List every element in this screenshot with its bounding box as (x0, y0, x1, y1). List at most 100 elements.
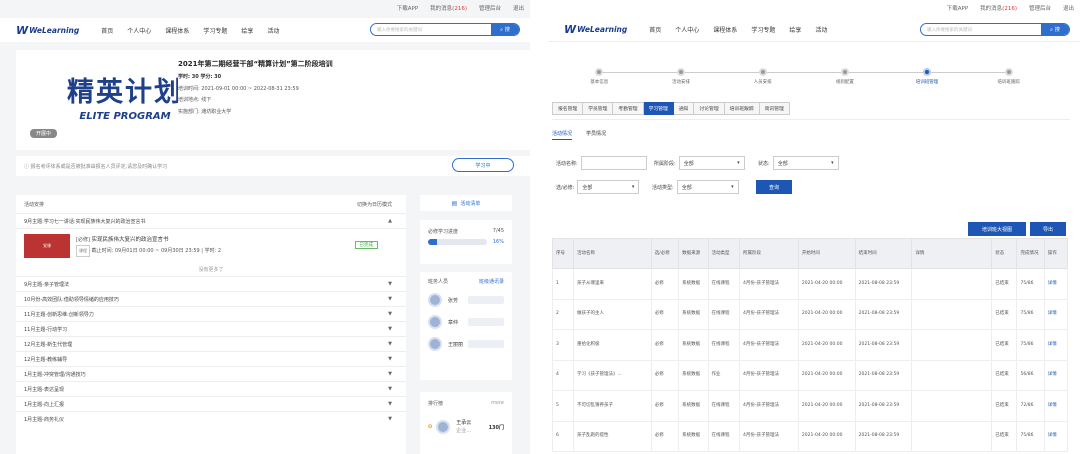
detail-link[interactable]: 详情 (1043, 420, 1069, 452)
detail-link[interactable]: 详情 (1043, 390, 1069, 422)
stage-select[interactable]: 全部 ▾ (678, 156, 745, 170)
table-cell: 4月份-孩子管理法 (739, 268, 799, 300)
nav-courses[interactable]: 课程体系 (713, 25, 737, 34)
catalog-row[interactable]: 1月主题-商务礼仪 ▼ (16, 411, 406, 426)
nav-activity[interactable]: 活动 (267, 26, 279, 35)
rank-more-link[interactable]: more (491, 400, 504, 407)
messages-link[interactable]: 我的消息(216) (980, 4, 1017, 12)
search-button[interactable]: ⌕ 搜 (1041, 24, 1069, 35)
tab-notice[interactable]: 通知 (673, 102, 695, 115)
step[interactable]: 规则配置 (815, 68, 875, 85)
tab-news[interactable]: 简讯管理 (759, 102, 790, 115)
staff-person[interactable]: 张芳 (428, 289, 504, 311)
nav-personal[interactable]: 个人中心 (675, 25, 699, 34)
nav-topics[interactable]: 学习专题 (751, 25, 775, 34)
rank-item[interactable]: ✪ 王承云 企业... 130门 (428, 419, 504, 435)
type-select[interactable]: 全部 ▾ (676, 180, 739, 194)
table-cell: 做孩子的主人 (573, 298, 652, 330)
staff-person[interactable]: 王丽丽 (428, 333, 504, 355)
staff-person[interactable]: 章仲 (428, 311, 504, 333)
nav-share[interactable]: 绘享 (789, 25, 801, 34)
chevron-down-icon: ▼ (388, 281, 392, 287)
catalog-row[interactable]: 10月份-高效团队:借助领导情绪的应用技巧 ▼ (16, 291, 406, 306)
catalog-row[interactable]: 9月主题-亲子管理法 ▼ (16, 276, 406, 291)
table-cell: 孩子乱跑的提性 (573, 420, 652, 452)
time-row: 培训时间: 2021-09-01 00:00 ~ 2022-08-31 23:5… (178, 84, 498, 96)
chevron-down-icon: ▼ (388, 416, 392, 422)
export-button[interactable]: 导出 (1030, 222, 1066, 236)
catalog-row[interactable]: 12月主题-新生代管理 ▼ (16, 336, 406, 351)
table-cell: 不可切乱猜养孩子 (573, 390, 652, 422)
catalog-row[interactable]: 1月主题-冲突管理/沟通技巧 ▼ (16, 366, 406, 381)
medal-icon: ✪ (428, 424, 433, 430)
detail-link[interactable]: 详情 (1043, 268, 1069, 300)
catalog-row[interactable]: 1月主题-表达呈现 ▼ (16, 381, 406, 396)
nav-share[interactable]: 绘享 (241, 26, 253, 35)
required-select[interactable]: 全部 ▾ (577, 180, 640, 194)
catalog-row-label: 11月主题-创新思维:创新领导力 (24, 311, 94, 318)
staff-directory-link[interactable]: 班级通讯录 (479, 278, 504, 285)
detail-link[interactable]: 详情 (1043, 298, 1069, 330)
search-input[interactable]: 输入你要搜索的关键词 (371, 27, 491, 33)
tab-discussion[interactable]: 讨论管理 (694, 102, 725, 115)
study-button[interactable]: 学习中 (452, 158, 514, 172)
admin-link[interactable]: 管理后台 (479, 4, 501, 12)
status-select[interactable]: 全部 ▾ (772, 156, 839, 170)
search-button[interactable]: ⌕ 搜 (491, 24, 519, 35)
table-cell: 学习《孩子管理法》... (573, 359, 652, 391)
step[interactable]: 培训班跟踪 (979, 68, 1039, 85)
catalog-row[interactable]: 11月主题-行动学习 ▼ (16, 321, 406, 336)
calendar-switch[interactable]: 切换为日历模式 (357, 201, 392, 208)
subtab-activity[interactable]: 活动情况 (552, 130, 573, 140)
course-item[interactable]: 党课 [必修] 实现民族伟大复兴的政治宣言书 课程 截止时间: 09月01日 0… (16, 228, 406, 262)
name-input[interactable] (580, 156, 647, 170)
step[interactable]: 人员安排 (733, 68, 793, 85)
nav-activity[interactable]: 活动 (815, 25, 827, 34)
subtab-students[interactable]: 学员情况 (586, 130, 606, 140)
info-icon: ⓘ (24, 163, 31, 170)
table-cell: 系统数据 (678, 420, 709, 452)
logo[interactable]: W WeLearning (564, 23, 627, 36)
logout-link[interactable]: 退出 (513, 4, 524, 12)
admin-link[interactable]: 管理后台 (1029, 4, 1051, 12)
logo[interactable]: W WeLearning (16, 24, 79, 37)
tab-enroll[interactable]: 报名管理 (552, 102, 584, 115)
catalog-row[interactable]: 9月主题:学习七一讲话:实现民族伟大复兴的政治宣言书 ▲ (16, 213, 406, 228)
table-row: 4 学习《孩子管理法》... 必修 系统数据 作业 4月份-孩子管理法 2021-04-20… (551, 359, 1069, 391)
catalog-row-label: 11月主题-行动学习 (24, 326, 68, 333)
column-header: 结束时间 (854, 238, 913, 269)
step-active[interactable]: 培训班管理 (897, 68, 957, 85)
nav-topics[interactable]: 学习专题 (203, 26, 227, 35)
query-button[interactable]: 查询 (756, 180, 792, 194)
tab-study[interactable]: 学习管理 (643, 102, 674, 115)
logout-link[interactable]: 退出 (1063, 4, 1074, 12)
nav-home[interactable]: 首页 (649, 25, 661, 34)
table-cell: 必修 (650, 298, 680, 330)
top-bar: 下载APP 我的消息(216) 管理后台 退出 (397, 4, 530, 12)
detail-link[interactable]: 详情 (1043, 329, 1069, 361)
overview-button[interactable]: 培训班大视图 (968, 222, 1026, 236)
tab-tracking[interactable]: 培训班跟踪 (724, 102, 760, 115)
search-input[interactable]: 输入你要搜索的关键词 (921, 27, 1041, 33)
download-app-link[interactable]: 下载APP (947, 4, 968, 12)
messages-link[interactable]: 我的消息(216) (430, 4, 467, 12)
step-dot (923, 68, 931, 76)
nav-courses[interactable]: 课程体系 (165, 26, 189, 35)
catalog-row[interactable]: 1月主题-向上汇报 ▼ (16, 396, 406, 411)
download-app-link[interactable]: 下载APP (397, 4, 418, 12)
tab-attendance[interactable]: 考勤管理 (613, 102, 644, 115)
catalog-row[interactable]: 12月主题-教练辅导 ▼ (16, 351, 406, 366)
step[interactable]: 活动安排 (651, 68, 711, 85)
table-cell: 在线课程 (707, 329, 741, 361)
step[interactable]: 基本信息 (569, 68, 629, 85)
table-cell (911, 329, 993, 361)
detail-link[interactable]: 详情 (1043, 359, 1069, 391)
nav-personal[interactable]: 个人中心 (127, 26, 151, 35)
nav-home[interactable]: 首页 (101, 26, 113, 35)
tab-students[interactable]: 学员管理 (583, 102, 614, 115)
table-cell: 系统数据 (678, 268, 709, 300)
plan-button[interactable]: ▤ 活动清单 (420, 195, 512, 211)
catalog-row[interactable]: 11月主题-创新思维:创新领导力 ▼ (16, 306, 406, 321)
required-value: 全部 (582, 184, 593, 191)
org-label: 实施部门: (178, 108, 200, 115)
